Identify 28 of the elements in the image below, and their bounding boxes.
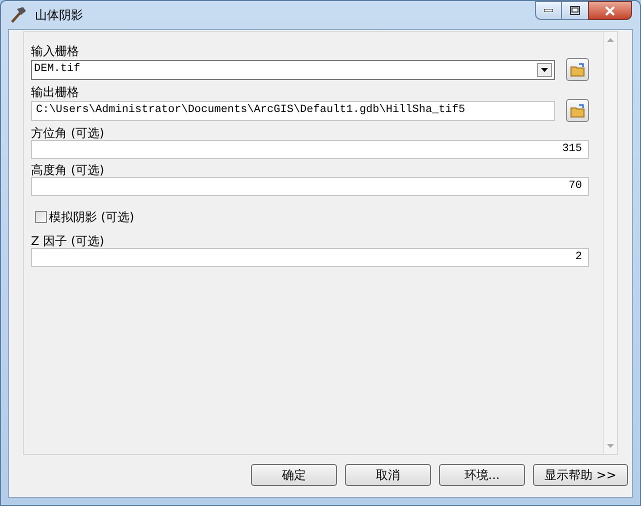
number-field[interactable]: 2: [31, 248, 589, 267]
folder-icon: [570, 104, 586, 118]
hammer-icon: [9, 6, 27, 24]
parameter-label: 输出栅格: [31, 85, 80, 99]
dialog-button[interactable]: 取消: [345, 464, 431, 486]
maximize-button[interactable]: [562, 1, 588, 20]
dialog-button[interactable]: 环境...: [439, 464, 525, 486]
dialog-button[interactable]: 确定: [251, 464, 337, 486]
minimize-icon: [544, 9, 553, 12]
parameter-label: Z 因子 (可选): [31, 234, 106, 248]
number-field[interactable]: 315: [31, 140, 589, 159]
browse-button[interactable]: [566, 58, 589, 81]
parameter-label: 高度角 (可选): [31, 163, 106, 177]
folder-icon: [570, 62, 586, 76]
browse-button[interactable]: [566, 99, 589, 122]
raster-dropdown[interactable]: DEM.tif: [31, 60, 555, 80]
close-button[interactable]: [588, 1, 632, 20]
close-icon: [605, 6, 615, 16]
maximize-icon: [570, 6, 580, 15]
window-title: 山体阴影: [35, 7, 83, 24]
output-path-field[interactable]: C:\Users\Administrator\Documents\ArcGIS\Default1.gdb\HillSha_tif5: [31, 100, 555, 120]
number-field[interactable]: 70: [31, 177, 589, 196]
minimize-button[interactable]: [535, 1, 562, 20]
checkbox-label: 模拟阴影 (可选): [49, 209, 134, 226]
parameter-label: 输入栅格: [31, 44, 80, 58]
dialog-button[interactable]: 显示帮助 >>: [533, 464, 628, 486]
parameter-label: 方位角 (可选): [31, 126, 106, 140]
checkbox[interactable]: [35, 211, 47, 223]
